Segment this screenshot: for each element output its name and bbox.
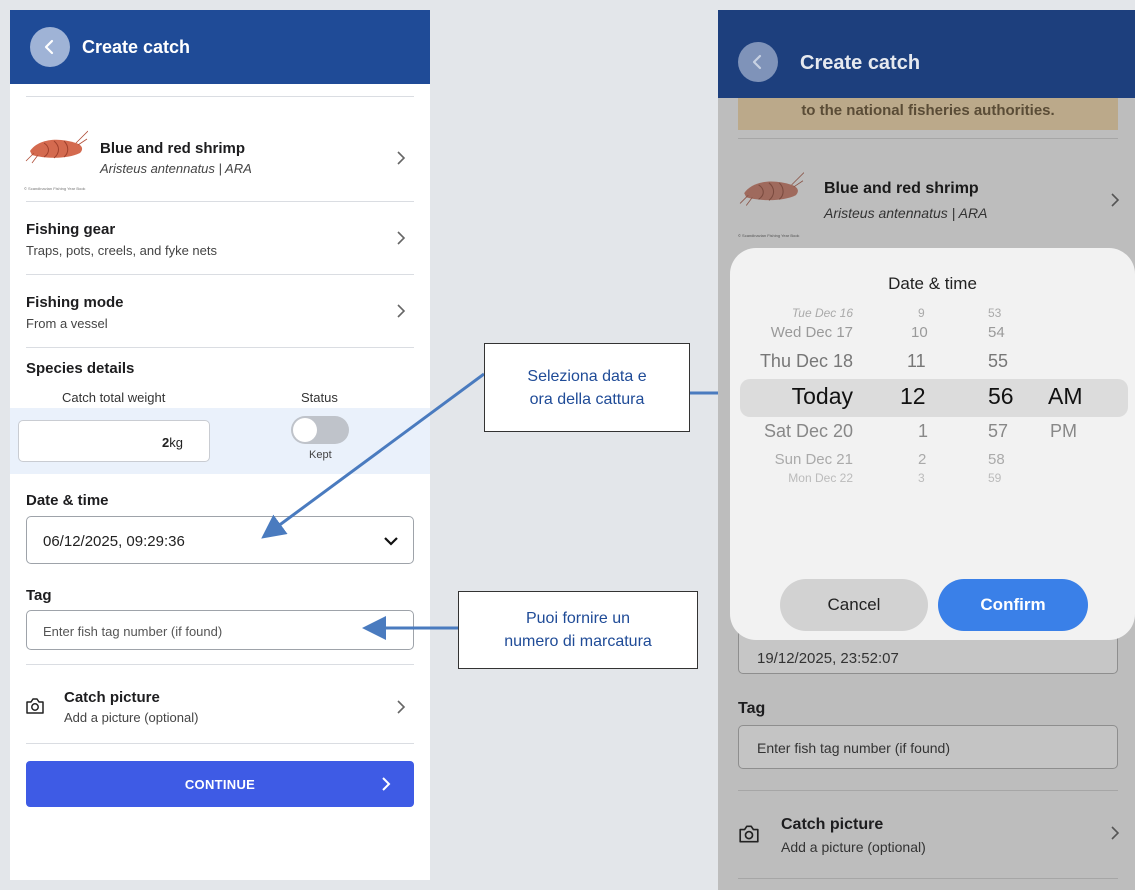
modal-title: Date & time bbox=[888, 274, 977, 293]
picker-hour-item[interactable]: 3 bbox=[918, 471, 925, 485]
picker-ampm-item[interactable]: PM bbox=[1050, 421, 1077, 442]
callout-date-time: Seleziona data e ora della cattura bbox=[484, 343, 690, 432]
picker-minute-item[interactable]: 59 bbox=[988, 471, 1001, 485]
shrimp-image bbox=[739, 172, 804, 206]
picker-minute-item[interactable]: 57 bbox=[988, 421, 1008, 442]
callout-line: numero di marcatura bbox=[504, 633, 652, 650]
chevron-left-icon bbox=[752, 54, 762, 70]
callout-line: ora della cattura bbox=[529, 390, 645, 408]
callout-line: Seleziona data e bbox=[527, 367, 647, 385]
picker-hour-item[interactable]: 9 bbox=[918, 306, 925, 320]
picker-hour-item[interactable]: 10 bbox=[911, 324, 928, 341]
tag-label: Tag bbox=[738, 700, 766, 717]
divider bbox=[738, 138, 1118, 139]
picker-minute-item[interactable]: 58 bbox=[988, 451, 1005, 468]
picker-minute-item[interactable]: 53 bbox=[988, 306, 1001, 320]
picker-day-selected[interactable]: Today bbox=[792, 383, 853, 410]
camera-icon bbox=[739, 825, 759, 843]
callout-line: Puoi fornire un bbox=[525, 610, 631, 627]
picker-hour-item[interactable]: 2 bbox=[918, 451, 926, 468]
chevron-right-icon bbox=[1111, 826, 1120, 840]
confirm-label: Confirm bbox=[980, 595, 1046, 614]
tag-input[interactable]: Enter fish tag number (if found) bbox=[738, 725, 1118, 769]
cancel-button[interactable]: Cancel bbox=[780, 579, 928, 631]
picker-day-item[interactable]: Sun Dec 21 bbox=[775, 451, 853, 468]
divider bbox=[738, 878, 1118, 879]
callout-tag: Puoi fornire un numero di marcatura bbox=[458, 591, 698, 669]
app-bar: Create catch bbox=[718, 10, 1135, 98]
picker-day-item[interactable]: Thu Dec 18 bbox=[760, 351, 853, 372]
warning-banner: to the national fisheries authorities. bbox=[738, 94, 1118, 130]
warning-text: to the national fisheries authorities. bbox=[801, 102, 1055, 119]
chevron-right-icon bbox=[1111, 193, 1120, 207]
species-scientific-name: Aristeus antennatus | ARA bbox=[824, 205, 988, 221]
divider bbox=[738, 790, 1118, 791]
confirm-button[interactable]: Confirm bbox=[938, 579, 1088, 631]
image-credit: © Scandinavian Fishing Year Book bbox=[738, 233, 800, 238]
tag-placeholder: Enter fish tag number (if found) bbox=[757, 740, 950, 756]
date-time-picker-modal: Date & time Tue Dec 16 Wed Dec 17 Thu De… bbox=[730, 248, 1135, 640]
picker-minute-selected[interactable]: 56 bbox=[988, 383, 1014, 410]
cancel-label: Cancel bbox=[827, 595, 881, 614]
arrow-to-date-field bbox=[261, 372, 485, 539]
catch-picture-subtitle: Add a picture (optional) bbox=[781, 839, 926, 855]
picker-day-item[interactable]: Wed Dec 17 bbox=[771, 324, 853, 341]
picker-hour-selected[interactable]: 12 bbox=[900, 383, 926, 410]
species-name: Blue and red shrimp bbox=[824, 180, 979, 197]
back-button[interactable] bbox=[738, 42, 778, 82]
picker-day-item[interactable]: Mon Dec 22 bbox=[788, 471, 853, 485]
picker-day-item[interactable]: Sat Dec 20 bbox=[764, 421, 853, 442]
picker-minute-item[interactable]: 55 bbox=[988, 351, 1008, 372]
picker-ampm-selected[interactable]: AM bbox=[1048, 383, 1083, 410]
page-title: Create catch bbox=[800, 52, 921, 74]
picker-hour-item[interactable]: 11 bbox=[907, 351, 926, 372]
picker-day-item[interactable]: Tue Dec 16 bbox=[792, 306, 853, 320]
picker-hour-item[interactable]: 1 bbox=[918, 421, 928, 442]
picker-minute-item[interactable]: 54 bbox=[988, 324, 1005, 341]
catch-picture-title: Catch picture bbox=[781, 816, 884, 833]
date-time-value: 19/12/2025, 23:52:07 bbox=[757, 650, 899, 667]
